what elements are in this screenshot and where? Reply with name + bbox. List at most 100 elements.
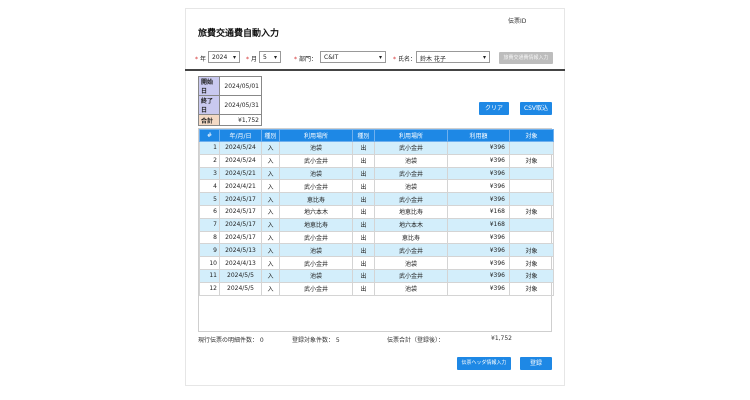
column-header[interactable]: 利用場所	[374, 129, 448, 142]
table-header-row: # 年/月/日 種別 利用場所 種別 利用場所 利用額 対象	[199, 129, 554, 142]
table-row[interactable]: 12 2024/5/5 入 武小金井 出 池袋 ¥396 対象	[199, 281, 554, 296]
target-cell[interactable]: 対象	[509, 268, 554, 283]
place-out-cell: 武小金井	[374, 141, 448, 155]
header-info-input-button[interactable]: 伝票ヘッダ情報入力	[457, 357, 511, 370]
type-out-cell: 出	[352, 179, 375, 194]
type-out-cell: 出	[352, 243, 375, 258]
page-title: 旅費交通費自動入力	[198, 29, 280, 39]
month-label: * 月	[246, 56, 258, 63]
target-cell[interactable]: 対象	[509, 256, 554, 270]
type-in-cell: 入	[261, 204, 280, 219]
row-number: 3	[199, 166, 220, 181]
column-header[interactable]: 年/月/日	[219, 129, 262, 142]
table-row[interactable]: 2 2024/5/24 入 武小金井 出 池袋 ¥396 対象	[199, 153, 554, 168]
clear-button[interactable]: クリア	[479, 102, 509, 115]
table-row[interactable]: 6 2024/5/17 入 地六本木 出 地恵比寿 ¥168 対象	[199, 204, 554, 219]
department-label: * 部門：	[294, 56, 318, 63]
column-header[interactable]: 利用額	[447, 129, 510, 142]
end-date-value: 2024/05/31	[219, 95, 262, 115]
target-cell[interactable]	[509, 166, 554, 181]
type-out-cell: 出	[352, 153, 375, 168]
type-out-cell: 出	[352, 268, 375, 283]
date-cell: 2024/5/17	[219, 204, 262, 219]
row-number: 1	[199, 141, 220, 155]
place-out-cell: 武小金井	[374, 243, 448, 258]
target-count: 登録対象件数： 5	[292, 337, 340, 344]
total-label: 合計	[198, 114, 220, 126]
table-row[interactable]: 5 2024/5/17 入 恵比寿 出 武小金井 ¥396	[199, 192, 554, 206]
column-header[interactable]: 対象	[509, 129, 554, 142]
voucher-total-value: ¥1,752	[491, 335, 512, 342]
date-cell: 2024/5/24	[219, 153, 262, 168]
year-select[interactable]: 2024 ▾	[208, 51, 240, 63]
voucher-id-label: 伝票ID	[508, 18, 527, 25]
type-in-cell: 入	[261, 230, 280, 245]
table-row[interactable]: 10 2024/4/13 入 武小金井 出 池袋 ¥396 対象	[199, 256, 554, 270]
total-value: ¥1,752	[219, 114, 262, 126]
table-row[interactable]: 1 2024/5/24 入 池袋 出 武小金井 ¥396	[199, 141, 554, 155]
amount-cell: ¥396	[447, 192, 510, 206]
date-cell: 2024/5/17	[219, 192, 262, 206]
place-in-cell: 池袋	[279, 268, 353, 283]
date-cell: 2024/5/17	[219, 217, 262, 232]
voucher-total-label: 伝票合計（登録後）：	[387, 337, 445, 344]
type-out-cell: 出	[352, 230, 375, 245]
column-header[interactable]: 種別	[352, 129, 375, 142]
chevron-down-icon: ▾	[378, 54, 382, 61]
table-row[interactable]: 11 2024/5/5 入 池袋 出 武小金井 ¥396 対象	[199, 268, 554, 283]
name-select[interactable]: 鈴木 花子 ▾	[416, 51, 490, 63]
target-cell[interactable]: 対象	[509, 243, 554, 258]
fetch-travel-info-button[interactable]: 旅費交通費情報入力	[499, 52, 553, 64]
amount-cell: ¥396	[447, 230, 510, 245]
register-button[interactable]: 登録	[520, 357, 552, 370]
target-cell[interactable]	[509, 179, 554, 194]
target-cell[interactable]: 対象	[509, 204, 554, 219]
place-in-cell: 池袋	[279, 166, 353, 181]
existing-detail-count: 現行伝票の明細件数： 0	[198, 337, 264, 344]
column-header[interactable]: 利用場所	[279, 129, 353, 142]
table-row[interactable]: 9 2024/5/13 入 池袋 出 武小金井 ¥396 対象	[199, 243, 554, 258]
amount-cell: ¥396	[447, 141, 510, 155]
place-out-cell: 池袋	[374, 256, 448, 270]
target-cell[interactable]	[509, 230, 554, 245]
table-row[interactable]: 7 2024/5/17 入 地恵比寿 出 地六本木 ¥168	[199, 217, 554, 232]
target-cell[interactable]: 対象	[509, 153, 554, 168]
row-number: 8	[199, 230, 220, 245]
place-in-cell: 武小金井	[279, 153, 353, 168]
place-in-cell: 武小金井	[279, 230, 353, 245]
table-row[interactable]: 4 2024/4/21 入 武小金井 出 池袋 ¥396	[199, 179, 554, 194]
place-out-cell: 地六本木	[374, 217, 448, 232]
row-number: 11	[199, 268, 220, 283]
type-out-cell: 出	[352, 204, 375, 219]
type-in-cell: 入	[261, 141, 280, 155]
month-select[interactable]: 5 ▾	[259, 51, 281, 63]
csv-import-button[interactable]: CSV取込	[520, 102, 552, 115]
amount-cell: ¥168	[447, 217, 510, 232]
end-date-label: 終了日	[198, 95, 220, 115]
department-select[interactable]: C&IT ▾	[320, 51, 386, 63]
date-cell: 2024/4/13	[219, 256, 262, 270]
target-cell[interactable]	[509, 192, 554, 206]
column-header[interactable]: #	[199, 129, 220, 142]
type-out-cell: 出	[352, 141, 375, 155]
date-cell: 2024/5/5	[219, 281, 262, 296]
target-cell[interactable]: 対象	[509, 281, 554, 296]
row-number: 2	[199, 153, 220, 168]
type-in-cell: 入	[261, 153, 280, 168]
row-number: 6	[199, 204, 220, 219]
amount-cell: ¥396	[447, 281, 510, 296]
target-cell[interactable]	[509, 141, 554, 155]
row-number: 5	[199, 192, 220, 206]
table-row[interactable]: 3 2024/5/21 入 池袋 出 武小金井 ¥396	[199, 166, 554, 181]
type-out-cell: 出	[352, 256, 375, 270]
date-cell: 2024/5/21	[219, 166, 262, 181]
place-out-cell: 恵比寿	[374, 230, 448, 245]
place-in-cell: 恵比寿	[279, 192, 353, 206]
column-header[interactable]: 種別	[261, 129, 280, 142]
table-row[interactable]: 8 2024/5/17 入 武小金井 出 恵比寿 ¥396	[199, 230, 554, 245]
place-in-cell: 武小金井	[279, 179, 353, 194]
place-out-cell: 武小金井	[374, 268, 448, 283]
amount-cell: ¥168	[447, 204, 510, 219]
target-cell[interactable]	[509, 217, 554, 232]
amount-cell: ¥396	[447, 268, 510, 283]
